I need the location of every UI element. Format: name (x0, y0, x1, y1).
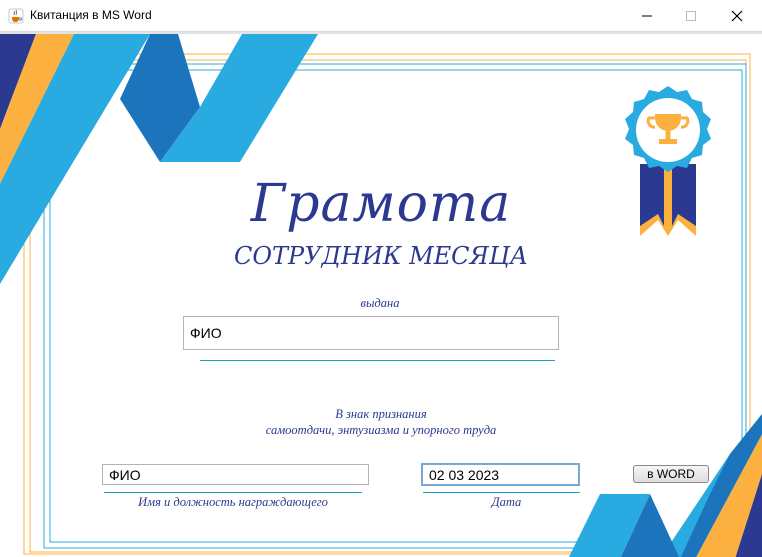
maximize-icon (686, 10, 696, 21)
awarder-name-input[interactable] (102, 464, 369, 485)
recognition-line-2: самоотдачи, энтузиазма и упорного труда (265, 423, 497, 437)
issued-label: выдана (360, 296, 400, 310)
export-to-word-button[interactable]: в WORD (633, 465, 709, 483)
maximize-button[interactable] (668, 0, 714, 31)
recipient-name-input[interactable] (183, 316, 559, 350)
date-label: Дата (491, 495, 522, 509)
awarder-label: Имя и должность награждающего (138, 495, 328, 509)
certificate-subtitle: СОТРУДНИК МЕСЯЦА (233, 242, 529, 270)
close-icon (731, 10, 743, 21)
window-titlebar: Квитанция в MS Word (0, 0, 762, 32)
minimize-icon (642, 15, 652, 16)
certificate-title: Грамота (250, 174, 512, 234)
date-underline (423, 492, 580, 493)
window-title: Квитанция в MS Word (30, 8, 152, 22)
java-cup-icon (8, 8, 24, 24)
awarder-underline (104, 492, 362, 493)
recipient-underline (200, 360, 555, 361)
close-button[interactable] (714, 0, 760, 31)
date-input[interactable] (421, 463, 580, 486)
recognition-line-1: В знак признания (335, 407, 427, 421)
minimize-button[interactable] (624, 0, 670, 31)
certificate-canvas: Грамота СОТРУДНИК МЕСЯЦА выдана В знак п… (0, 32, 762, 557)
